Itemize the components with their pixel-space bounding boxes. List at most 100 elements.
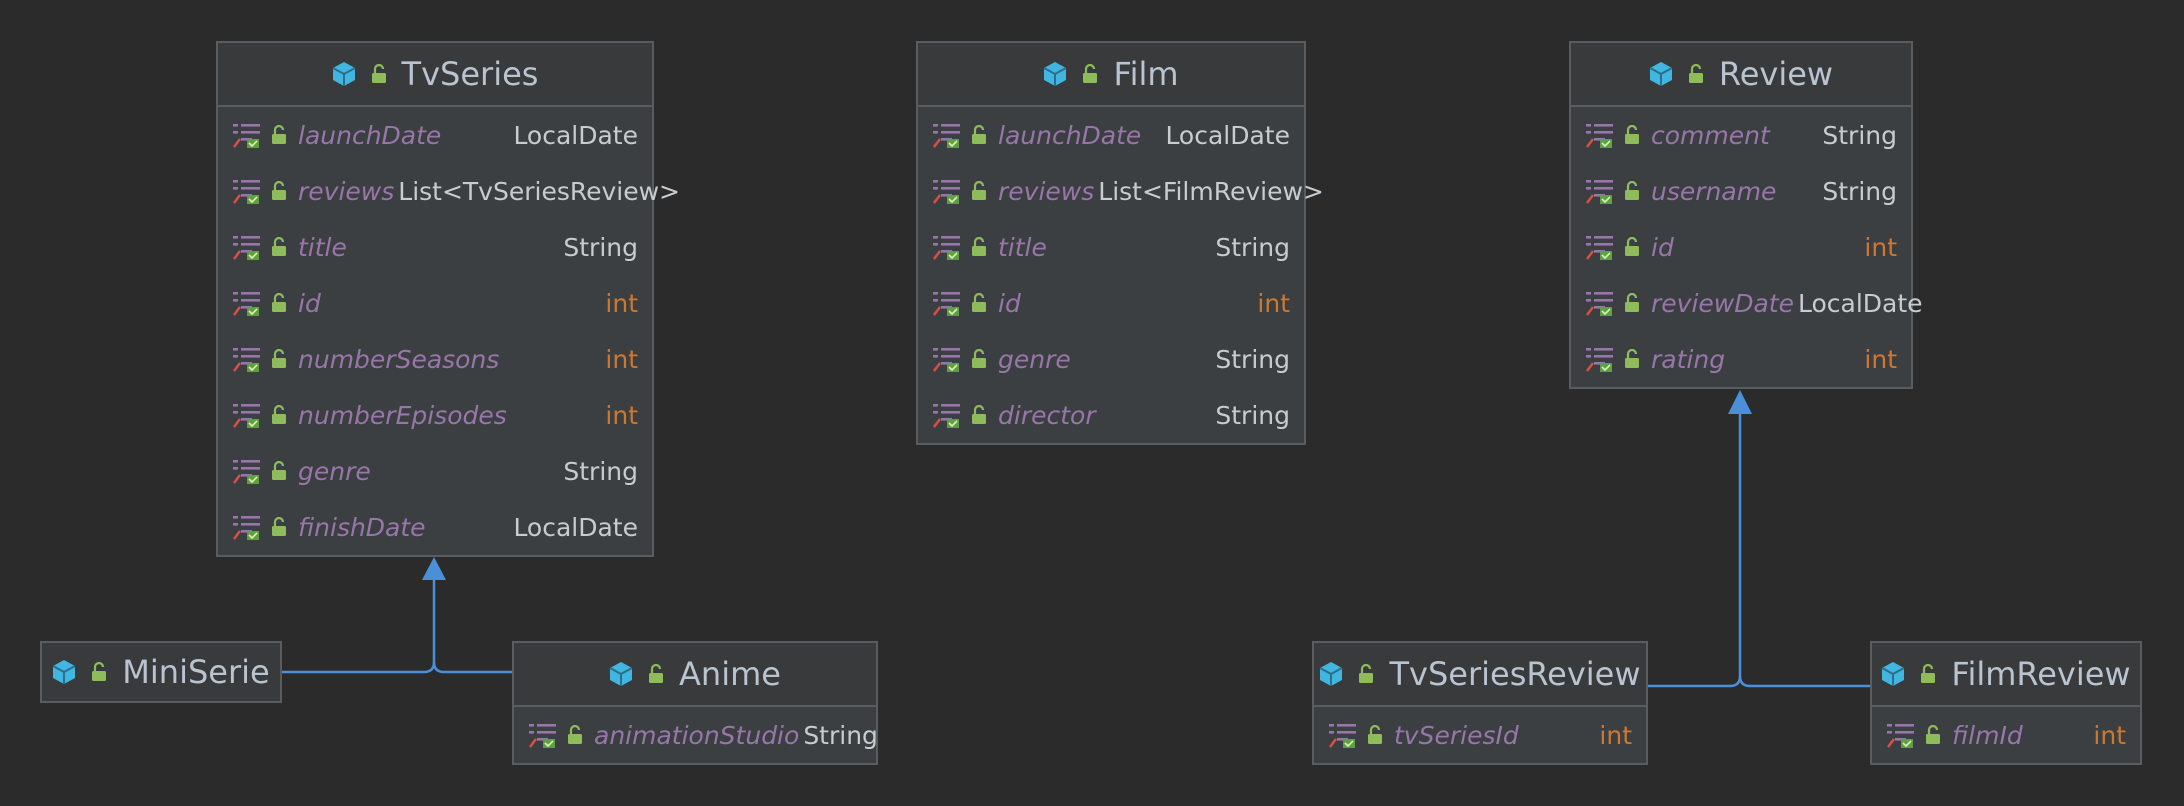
field-row[interactable]: title String <box>918 219 1304 275</box>
field-row[interactable]: filmId int <box>1872 707 2140 763</box>
class-box-tvseriesreview[interactable]: TvSeriesReview tvSeriesId int <box>1312 641 1648 765</box>
open-lock-icon <box>272 237 286 256</box>
field-list: launchDate LocalDate reviews List<FilmRevie… <box>918 107 1324 443</box>
field-list-icon <box>233 124 260 148</box>
field-type: int <box>605 288 638 318</box>
open-lock-icon <box>1625 181 1639 200</box>
open-lock-icon <box>1368 725 1382 744</box>
field-name: launchDate <box>998 120 1142 150</box>
field-name: genre <box>998 344 1071 374</box>
class-box-miniserie[interactable]: MiniSerie <box>40 641 282 703</box>
field-list-icon <box>1586 292 1613 316</box>
field-icons <box>932 289 988 317</box>
field-row[interactable]: id int <box>218 275 652 331</box>
field-icons <box>232 121 288 149</box>
field-list-icon <box>933 124 960 148</box>
class-header: Film <box>918 43 1304 107</box>
open-lock-icon <box>1688 64 1703 83</box>
field-icons <box>232 233 288 261</box>
field-icons <box>932 177 988 205</box>
field-name: id <box>1651 232 1674 262</box>
field-row[interactable]: genre String <box>918 331 1304 387</box>
open-lock-icon <box>972 293 986 312</box>
class-name: FilmReview <box>1951 655 2131 693</box>
inheritance-arrowhead-tvseries <box>422 557 446 580</box>
field-row[interactable]: id int <box>1571 219 1911 275</box>
field-list-icon <box>1329 724 1356 748</box>
field-row[interactable]: title String <box>218 219 652 275</box>
field-name: numberSeasons <box>298 344 500 374</box>
field-row[interactable]: numberEpisodes int <box>218 387 652 443</box>
field-row[interactable]: finishDate LocalDate <box>218 499 652 555</box>
field-list-icon <box>1586 124 1613 148</box>
open-lock-icon <box>1625 349 1639 368</box>
open-lock-icon <box>92 662 107 681</box>
field-type: String <box>563 232 638 262</box>
field-row[interactable]: rating int <box>1571 331 1911 387</box>
field-type: String <box>1822 120 1897 150</box>
field-name: id <box>998 288 1021 318</box>
open-lock-icon <box>272 125 286 144</box>
open-lock-icon <box>371 64 386 83</box>
class-cube-icon <box>52 660 76 684</box>
field-row[interactable]: reviews List<TvSeriesReview> <box>218 163 680 219</box>
field-type: String <box>1215 400 1290 430</box>
field-type: int <box>1257 288 1290 318</box>
field-list-icon <box>933 348 960 372</box>
class-box-filmreview[interactable]: FilmReview filmId int <box>1870 641 2142 765</box>
field-name: comment <box>1651 120 1770 150</box>
field-row[interactable]: id int <box>918 275 1304 331</box>
field-row[interactable]: genre String <box>218 443 652 499</box>
field-icons <box>932 233 988 261</box>
class-box-film[interactable]: Film launchDate LocalDate reviews List<Film… <box>916 41 1324 445</box>
field-row[interactable]: reviewDate LocalDate <box>1571 275 1923 331</box>
open-lock-icon <box>272 517 286 536</box>
field-row[interactable]: launchDate LocalDate <box>918 107 1304 163</box>
class-cube-icon <box>1319 662 1343 686</box>
field-list-icon <box>233 348 260 372</box>
class-cube-icon <box>1881 662 1905 686</box>
uml-diagram-canvas: TvSeries launchDate LocalDate reviews List<… <box>0 0 2184 806</box>
field-type: int <box>1864 232 1897 262</box>
field-row[interactable]: launchDate LocalDate <box>218 107 652 163</box>
open-lock-icon <box>272 349 286 368</box>
field-type: int <box>605 400 638 430</box>
field-row[interactable]: numberSeasons int <box>218 331 652 387</box>
class-box-anime[interactable]: Anime animationStudio String <box>512 641 878 765</box>
inheritance-arrowhead-review <box>1728 390 1752 414</box>
field-name: numberEpisodes <box>298 400 507 430</box>
field-type: int <box>605 344 638 374</box>
field-row[interactable]: director String <box>918 387 1304 443</box>
class-box-review[interactable]: Review comment String username String id int r… <box>1569 41 1923 389</box>
class-name: Film <box>1113 55 1179 93</box>
field-icons <box>528 721 584 749</box>
field-type: LocalDate <box>1165 120 1290 150</box>
inheritance-line-tvseriesreview-review <box>1648 410 1742 688</box>
field-icons <box>932 121 988 149</box>
class-header: MiniSerie <box>42 643 280 701</box>
open-lock-icon <box>1625 237 1639 256</box>
field-row[interactable]: tvSeriesId int <box>1314 707 1646 763</box>
open-lock-icon <box>1921 664 1936 683</box>
field-name: finishDate <box>298 512 426 542</box>
field-icons <box>1328 721 1384 749</box>
inheritance-line-filmreview-review <box>1738 675 1870 688</box>
field-row[interactable]: animationStudio String <box>514 707 878 763</box>
class-name: Anime <box>679 655 781 693</box>
field-name: animationStudio <box>594 720 800 750</box>
field-list-icon <box>233 236 260 260</box>
field-row[interactable]: comment String <box>1571 107 1911 163</box>
field-type: String <box>1822 176 1897 206</box>
inheritance-line-anime-tvseries <box>432 661 512 674</box>
open-lock-icon <box>272 181 286 200</box>
field-row[interactable]: username String <box>1571 163 1911 219</box>
open-lock-icon <box>1359 664 1374 683</box>
class-cube-icon <box>609 662 633 686</box>
field-list: comment String username String id int reviewDa… <box>1571 107 1923 387</box>
open-lock-icon <box>972 349 986 368</box>
field-row[interactable]: reviews List<FilmReview> <box>918 163 1324 219</box>
field-type: int <box>1599 720 1632 750</box>
field-type: LocalDate <box>513 512 638 542</box>
field-list-icon <box>933 404 960 428</box>
class-box-tvseries[interactable]: TvSeries launchDate LocalDate reviews List<… <box>216 41 680 557</box>
